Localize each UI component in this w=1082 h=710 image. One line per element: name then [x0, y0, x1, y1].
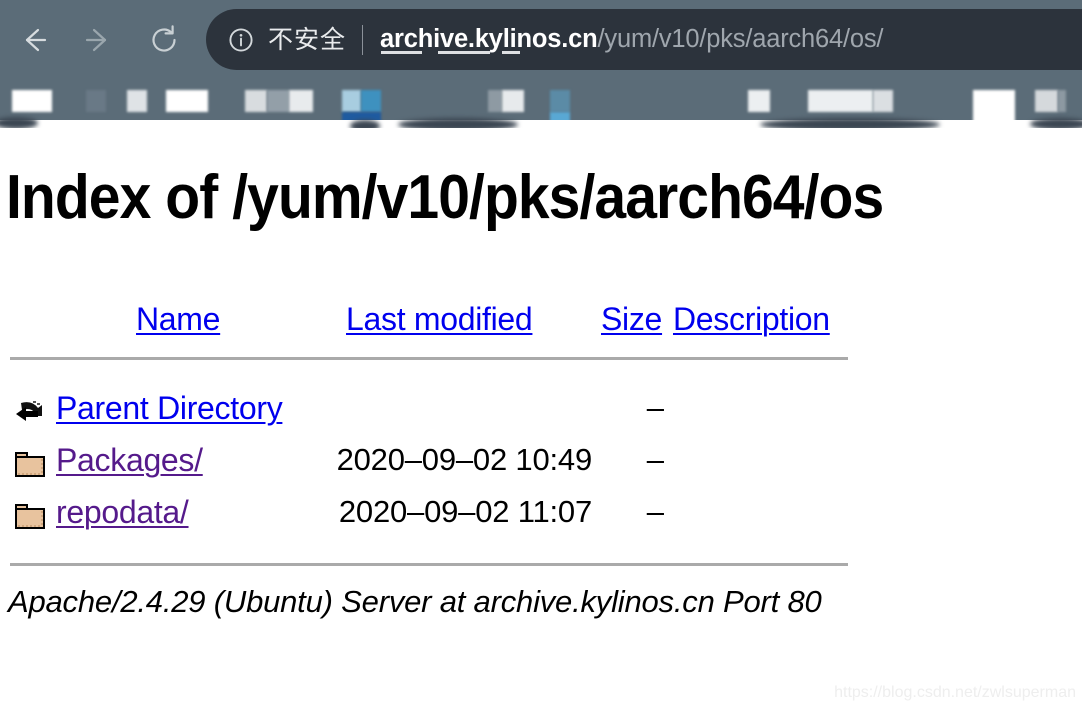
column-header-description[interactable]: Description: [673, 302, 830, 336]
bookmark-item[interactable]: [267, 90, 289, 112]
screenshot-artifact: [398, 118, 518, 128]
bookmark-item[interactable]: [488, 90, 502, 112]
file-size: –: [646, 442, 664, 477]
screenshot-artifact: [350, 120, 380, 128]
table-row[interactable]: repodata/ 2020–09–02 11:07 –: [0, 492, 1082, 544]
url-artifact: [502, 51, 521, 55]
watermark: https://blog.csdn.net/zwlsuperman: [834, 684, 1076, 701]
bookmark-item[interactable]: [502, 90, 524, 112]
file-size: –: [646, 390, 664, 425]
bookmark-item[interactable]: [245, 90, 267, 112]
back-button[interactable]: [10, 16, 58, 64]
bookmark-item[interactable]: [361, 90, 381, 112]
url-artifact: [438, 51, 491, 55]
reload-icon: [147, 23, 181, 57]
column-header-last-modified[interactable]: Last modified: [346, 302, 533, 336]
page-title: Index of /yum/v10/pks/aarch64/os: [6, 163, 884, 232]
screenshot-artifact: [0, 117, 38, 128]
address-bar[interactable]: 不安全 archive.kylinos.cn/yum/v10/pks/aarch…: [206, 9, 1082, 70]
bookmark-item[interactable]: [748, 90, 770, 112]
bookmark-item[interactable]: [12, 90, 52, 112]
screenshot-artifact: [760, 118, 940, 128]
url-host: archive.kylinos.cn: [380, 24, 598, 53]
arrow-right-icon: [82, 24, 114, 56]
server-signature: Apache/2.4.29 (Ubuntu) Server at archive…: [8, 584, 822, 619]
bookmark-item[interactable]: [1058, 90, 1066, 112]
bookmark-item[interactable]: [166, 90, 208, 112]
file-size: –: [646, 494, 664, 529]
bookmark-item[interactable]: [1035, 90, 1058, 112]
bookmark-item[interactable]: [127, 90, 147, 112]
forward-button[interactable]: [74, 16, 122, 64]
table-row[interactable]: Packages/ 2020–09–02 10:49 –: [0, 440, 1082, 492]
bookmark-item[interactable]: [342, 90, 361, 112]
screenshot-artifact: [1030, 118, 1082, 128]
column-header-name[interactable]: Name: [136, 302, 220, 336]
url-text[interactable]: archive.kylinos.cn/yum/v10/pks/aarch64/o…: [380, 24, 884, 55]
bookmark-item[interactable]: [289, 90, 313, 112]
listing-divider-top: [10, 357, 848, 360]
arrow-left-icon: [18, 24, 50, 56]
security-status-label: 不安全: [268, 25, 347, 54]
url-artifact: [381, 51, 423, 55]
listing-divider-bottom: [10, 563, 848, 566]
bookmark-item[interactable]: [808, 90, 873, 112]
omnibox-divider: [362, 24, 364, 55]
bookmark-item[interactable]: [86, 90, 106, 112]
info-circle-icon[interactable]: [228, 27, 254, 53]
bookmark-item[interactable]: [873, 90, 893, 112]
column-header-size[interactable]: Size: [601, 302, 662, 336]
browser-toolbar: 不安全 archive.kylinos.cn/yum/v10/pks/aarch…: [0, 0, 1082, 76]
table-row[interactable]: Parent Directory –: [0, 388, 1082, 440]
page-content: Index of /yum/v10/pks/aarch64/os Name La…: [0, 128, 1082, 710]
reload-button[interactable]: [140, 16, 188, 64]
browser-chrome: 不安全 archive.kylinos.cn/yum/v10/pks/aarch…: [0, 0, 1082, 128]
url-path: /yum/v10/pks/aarch64/os/: [597, 24, 884, 53]
bookmark-item[interactable]: [550, 90, 570, 112]
